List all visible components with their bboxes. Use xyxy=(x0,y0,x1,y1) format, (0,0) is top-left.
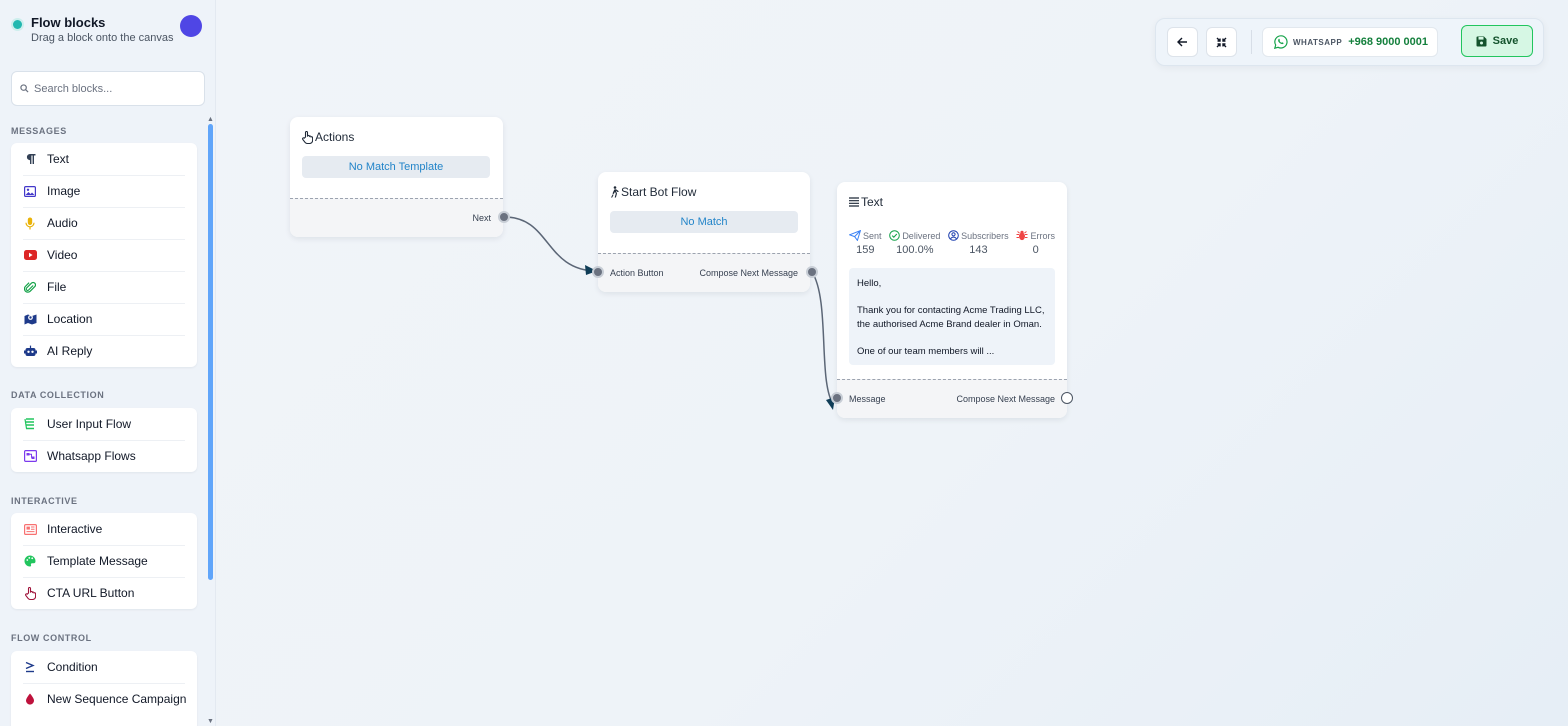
message-stats: Sent 159 Delivered 100.0% Subscribers 14… xyxy=(849,230,1055,256)
check-circle-icon xyxy=(889,230,901,241)
output-port-next[interactable] xyxy=(498,211,510,223)
node-footer: Action Button Compose Next Message xyxy=(598,253,810,292)
stat-errors: Errors 0 xyxy=(1016,230,1055,256)
node-title-text: Start Bot Flow xyxy=(621,185,697,199)
stat-value: 159 xyxy=(856,244,875,256)
input-port-label: Message xyxy=(849,394,886,404)
node-footer: Message Compose Next Message xyxy=(837,379,1067,418)
node-start-bot-flow[interactable]: Start Bot Flow No Match Action Button Co… xyxy=(592,172,818,292)
input-port-message[interactable] xyxy=(831,392,843,404)
user-circle-icon xyxy=(948,230,959,241)
walking-person-icon xyxy=(611,186,619,198)
node-title: Start Bot Flow xyxy=(610,185,696,199)
no-match-button[interactable]: No Match xyxy=(610,211,798,233)
stat-sent: Sent 159 xyxy=(849,230,882,256)
align-justify-icon xyxy=(849,197,859,207)
edge-start-to-text xyxy=(811,271,834,405)
stat-subscribers: Subscribers 143 xyxy=(948,230,1009,256)
message-preview-line: Thank you for contacting Acme Trading LL… xyxy=(857,305,1045,330)
node-title: Text xyxy=(849,195,883,209)
pointer-hand-icon xyxy=(302,130,313,144)
output-port-label: Compose Next Message xyxy=(956,394,1055,404)
stat-label: Subscribers xyxy=(961,230,1009,241)
node-title: Actions xyxy=(302,130,354,144)
flow-connections xyxy=(504,216,835,410)
input-port-label: Action Button xyxy=(610,268,664,278)
paper-plane-icon xyxy=(849,230,861,241)
output-port-label: Next xyxy=(472,213,491,223)
node-footer: Next xyxy=(290,198,503,237)
bug-icon xyxy=(1016,230,1028,241)
message-preview-line: Hello, xyxy=(857,278,882,289)
stat-delivered: Delivered 100.0% xyxy=(889,230,940,256)
message-preview-line: One of our team members will ... xyxy=(857,345,995,357)
node-actions[interactable]: Actions No Match Template Next xyxy=(290,117,510,237)
stat-label: Errors xyxy=(1030,230,1055,241)
stat-label: Delivered xyxy=(902,230,941,241)
output-port-compose-next-message[interactable] xyxy=(1061,392,1073,404)
edge-actions-to-start xyxy=(504,216,597,272)
stat-value: 143 xyxy=(969,244,988,256)
input-port-action-button[interactable] xyxy=(592,266,604,278)
no-match-template-button[interactable]: No Match Template xyxy=(302,156,490,178)
output-port-compose-next-message[interactable] xyxy=(806,266,818,278)
node-title-text: Actions xyxy=(315,130,355,144)
stat-value: 100.0% xyxy=(896,244,934,256)
stat-value: 0 xyxy=(1032,244,1039,256)
node-title-text: Text xyxy=(861,195,884,209)
node-text[interactable]: Text Sent 159 Delivered 100.0% Subscribe… xyxy=(831,182,1073,418)
stat-label: Sent xyxy=(863,230,882,241)
message-preview[interactable]: Hello, Thank you for contacting Acme Tra… xyxy=(849,268,1055,365)
output-port-label: Compose Next Message xyxy=(699,268,798,278)
